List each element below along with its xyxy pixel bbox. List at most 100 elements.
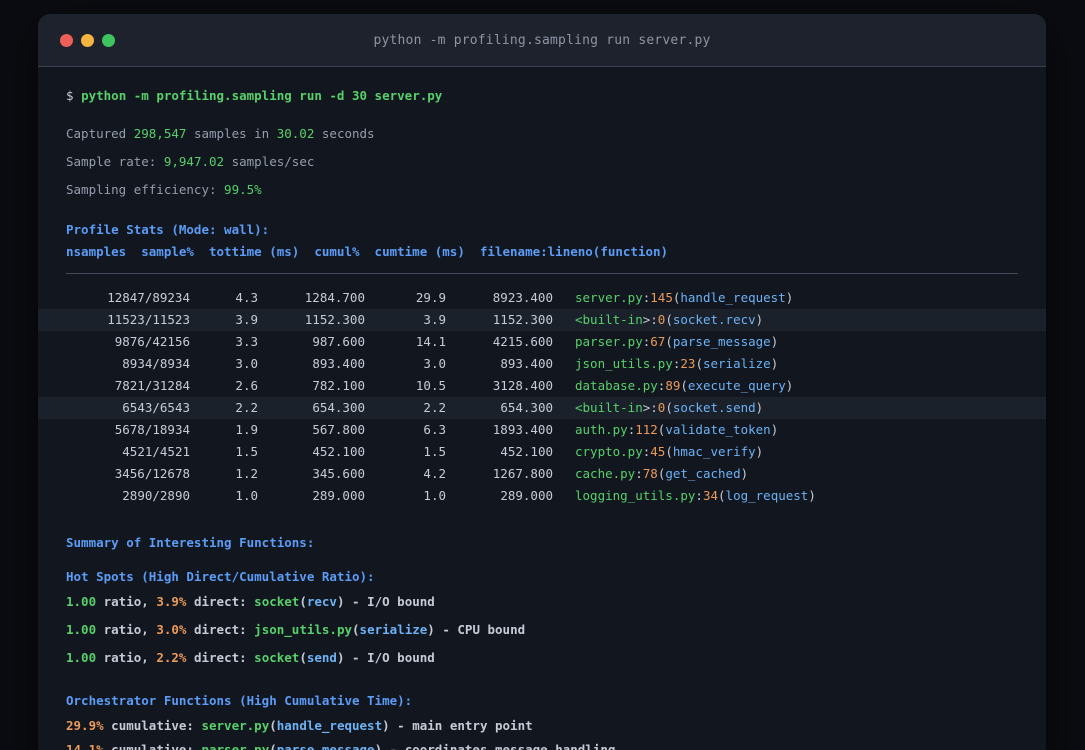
text-segment: 2.2% (156, 650, 187, 665)
table-cell: 3.0 (235, 356, 258, 371)
table-cell: 3.9 (235, 312, 258, 327)
text-segment: socket.recv (672, 312, 756, 327)
table-cell: 1.9 (235, 422, 258, 437)
profile-stats-title: Profile Stats (Mode: wall): (66, 220, 1018, 240)
function-location-cell: cache.py:78(get_cached) (575, 463, 748, 485)
text-segment: socket.send (672, 400, 756, 415)
hot-spots-heading-block: Hot Spots (High Direct/Cumulative Ratio)… (66, 567, 1018, 587)
table-cell: 14.1 (415, 334, 446, 349)
text-segment: send (306, 650, 337, 665)
minimize-button[interactable] (81, 33, 94, 47)
text-segment: 30.02 (276, 126, 315, 141)
text-segment: database.py (575, 378, 658, 393)
table-cell: 1152.300 (304, 312, 365, 327)
text-segment: ) (770, 356, 779, 371)
text-segment: handle_request (680, 290, 786, 305)
text-segment: ( (269, 742, 277, 750)
text-segment: ( (299, 594, 307, 609)
table-cell: 11523/11523 (107, 312, 190, 327)
text-segment: 145 (650, 290, 673, 305)
text-segment: 78 (642, 466, 658, 481)
orchestrator-title: Orchestrator Functions (High Cumulative … (66, 691, 1018, 711)
text-segment: 3.9% (156, 594, 187, 609)
table-cell: 4.3 (235, 290, 258, 305)
text-segment: ) (427, 622, 435, 637)
text-segment: - CPU bound (434, 622, 526, 637)
text-segment: 29.9% (66, 718, 104, 733)
table-cell: 9876/42156 (114, 334, 190, 349)
text-segment: socket (254, 594, 300, 609)
text-segment: ) (755, 400, 764, 415)
text-segment: serialize (702, 356, 771, 371)
text-segment: ) (770, 334, 779, 349)
terminal-titlebar[interactable]: python -m profiling.sampling run server.… (38, 14, 1046, 67)
function-location-cell: <built-in>:0(socket.send) (575, 397, 763, 419)
text-segment: 9,947.02 (163, 154, 225, 169)
text-segment: ratio, (96, 650, 157, 665)
close-button[interactable] (60, 33, 73, 47)
profile-heading-block: Profile Stats (Mode: wall): nsamples samp… (66, 220, 1018, 262)
text-segment: ( (352, 622, 360, 637)
text-segment: 99.5% (224, 182, 262, 197)
text-segment: 34 (702, 488, 719, 503)
text-segment: 67 (650, 334, 666, 349)
table-cell: 452.100 (500, 444, 553, 459)
text-segment: >: (642, 312, 658, 327)
profile-table-row: 5678/18934 1.9 567.800 6.3 1893.400 auth.py:1… (38, 419, 1046, 441)
text-segment: 89 (665, 378, 681, 393)
terminal-output: $ python -m profiling.sampling run -d 30… (38, 67, 1046, 750)
function-location-cell: auth.py:112(validate_token) (575, 419, 778, 441)
text-segment: execute_query (687, 378, 786, 393)
table-cell: 8934/8934 (122, 356, 190, 371)
summary-heading-block: Summary of Interesting Functions: (66, 533, 1018, 553)
text-segment: samples/sec (224, 154, 315, 169)
table-cell: 452.100 (312, 444, 365, 459)
function-location-cell: parser.py:67(parse_message) (575, 331, 778, 353)
zoom-button[interactable] (102, 33, 115, 47)
orchestrator-item-clipped: 14.1% cumulative: parser.py(parse_messag… (66, 740, 1018, 750)
text-segment: json_utils.py (254, 622, 353, 637)
function-location-cell: <built-in>:0(socket.recv) (575, 309, 763, 331)
table-cell: 3.0 (423, 356, 446, 371)
text-segment: handle_request (276, 718, 383, 733)
text-segment: ) (785, 378, 794, 393)
text-segment: parser.py (575, 334, 643, 349)
function-location-cell: json_utils.py:23(serialize) (575, 353, 778, 375)
table-cell: 3.9 (423, 312, 446, 327)
table-cell: 893.400 (500, 356, 553, 371)
table-cell: 567.800 (312, 422, 365, 437)
text-segment: - I/O bound (344, 650, 435, 665)
text-segment: $ (66, 88, 82, 103)
table-cell: 2.2 (235, 400, 258, 415)
text-segment: server.py (201, 718, 270, 733)
text-segment: direct: (186, 594, 255, 609)
profile-table-row: 4521/4521 1.5 452.100 1.5 452.100 crypto.py:4… (38, 441, 1046, 463)
text-segment: ) (770, 422, 779, 437)
text-segment: ratio, (96, 622, 157, 637)
table-cell: 893.400 (312, 356, 365, 371)
profile-table-row: 7821/31284 2.6 782.100 10.5 3128.400 database… (38, 375, 1046, 397)
text-segment: <built-in (575, 400, 643, 415)
text-segment: ( (695, 356, 703, 371)
profile-table-row: 11523/11523 3.9 1152.300 3.9 1152.300 <built-… (38, 309, 1046, 331)
text-segment: ) (808, 488, 816, 503)
table-cell: 4521/4521 (122, 444, 190, 459)
text-segment: ) (336, 650, 345, 665)
text-segment: ( (269, 718, 277, 733)
table-cell: 1.2 (235, 466, 258, 481)
terminal-window: python -m profiling.sampling run server.… (38, 14, 1046, 750)
table-cell: 4215.600 (492, 334, 553, 349)
text-segment: python -m profiling.sampling run -d 30 s… (81, 88, 443, 103)
text-segment: direct: (186, 650, 255, 665)
text-segment: serialize (359, 622, 428, 637)
text-segment: hmac_verify (672, 444, 756, 459)
text-segment: : (635, 466, 643, 481)
profile-table-header: nsamples sample% tottime (ms) cumul% cum… (66, 242, 1018, 262)
table-cell: 1.5 (235, 444, 258, 459)
table-cell: 1267.800 (492, 466, 553, 481)
table-cell: 1.0 (423, 488, 446, 503)
text-segment: parse_message (672, 334, 771, 349)
table-cell: 1152.300 (492, 312, 553, 327)
profile-table-row: 9876/42156 3.3 987.600 14.1 4215.600 parser.p… (38, 331, 1046, 353)
table-cell: 6543/6543 (122, 400, 190, 415)
